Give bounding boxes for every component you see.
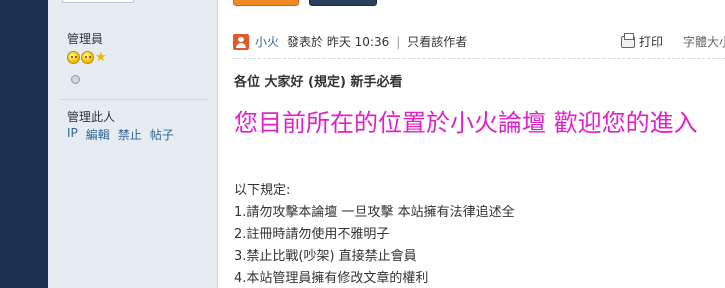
user-role: 管理員 [67, 32, 104, 46]
manage-link-ip[interactable]: IP [67, 126, 78, 143]
rules-heading: 以下規定: [234, 183, 291, 198]
reply-button[interactable] [233, 0, 299, 6]
new-post-button[interactable] [309, 0, 377, 6]
manage-link-edit[interactable]: 編輯 [86, 126, 110, 143]
rule-item: 1.請勿攻擊本論壇 一旦攻擊 本站擁有法律追述全 [234, 205, 515, 220]
print-label: 打印 [639, 35, 664, 49]
sidebar-divider [60, 99, 208, 100]
only-author-link[interactable]: 只看該作者 [407, 33, 467, 50]
post-meta-divider [233, 58, 725, 59]
manage-links: IP 編輯 禁止 帖子 [67, 126, 174, 143]
post-time: 發表於 昨天 10:36 [287, 35, 390, 49]
font-size-control[interactable]: 字體大小 [683, 33, 725, 50]
post-title: 各位 大家好 (規定) 新手必看 [234, 75, 403, 90]
online-status-icon [71, 75, 80, 84]
star-rank-icon: ★ [95, 50, 107, 65]
rule-item: 3.禁止比戰(吵架) 直接禁止會員 [234, 249, 417, 264]
avatar-icon [233, 33, 249, 50]
left-rail [0, 0, 48, 288]
author-link[interactable]: 小火 [255, 33, 279, 50]
top-search-input[interactable] [62, 0, 134, 3]
manage-link-posts[interactable]: 帖子 [150, 126, 174, 143]
welcome-message: 您目前所在的位置於小火論壇 歡迎您的進入 [234, 109, 698, 137]
meta-separator: | [396, 34, 401, 49]
post-body: 以下規定: 1.請勿攻擊本論壇 一旦攻擊 本站擁有法律追述全 2.註冊時請勿使用… [234, 180, 515, 288]
sun-rank-icon [67, 51, 80, 64]
rule-item: 2.註冊時請勿使用不雅明子 [234, 227, 390, 242]
manage-link-ban[interactable]: 禁止 [118, 126, 142, 143]
sun-rank-icon [81, 51, 94, 64]
manage-user-label: 管理此人 [67, 110, 116, 124]
print-button[interactable]: 打印 [621, 32, 664, 50]
printer-icon [621, 32, 635, 48]
rank-icons: ★ [67, 51, 107, 64]
post-meta: 小火 發表於 昨天 10:36 | 只看該作者 [233, 33, 467, 50]
rule-item: 4.本站管理員擁有修改文章的權利 [234, 271, 429, 286]
